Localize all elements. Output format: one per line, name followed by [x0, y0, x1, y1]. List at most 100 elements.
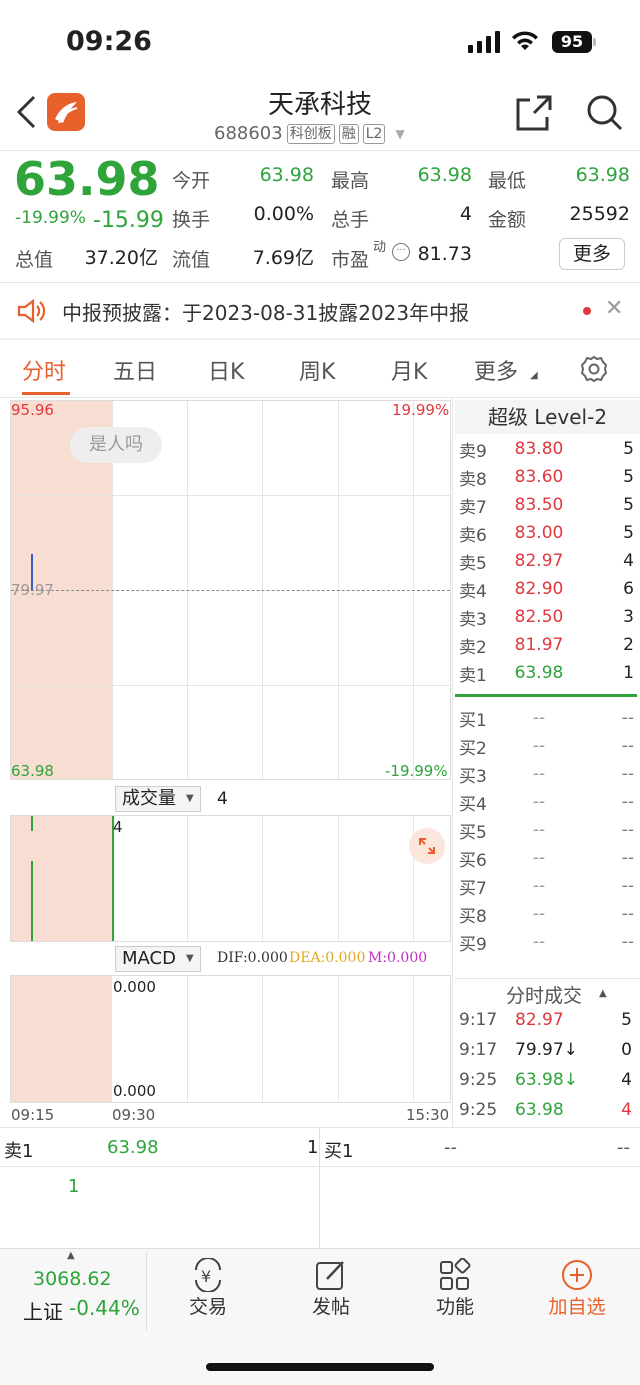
nav-trade[interactable]: ¥ 交易: [158, 1257, 258, 1319]
caret-up-icon[interactable]: ▲: [599, 988, 607, 999]
ask-row[interactable]: 卖3 82.50 3: [459, 603, 634, 631]
search-icon[interactable]: [586, 94, 624, 136]
caret-icon: ◢: [530, 370, 538, 381]
grid-line: [187, 816, 188, 941]
row-price: 83.00: [514, 523, 564, 543]
bottom-ask-label: 卖1: [4, 1141, 34, 1162]
row-price: --: [532, 764, 546, 784]
row-price: 82.97: [514, 551, 564, 571]
trade-price: 82.97: [515, 1010, 564, 1030]
turnover-value: 0.00%: [253, 203, 314, 225]
trade-price: 79.97↓: [515, 1040, 578, 1060]
row-volume: 5: [623, 467, 634, 487]
tab-month-k[interactable]: 月K: [391, 354, 427, 386]
bid-row[interactable]: 买5 -- --: [459, 816, 634, 844]
current-price: 63.98: [14, 152, 160, 206]
row-label: 买7: [459, 878, 487, 899]
row-price: --: [532, 932, 546, 952]
nav-function[interactable]: 功能: [405, 1257, 505, 1319]
header-divider: [0, 150, 640, 151]
nav-add-watch[interactable]: 加自选: [527, 1258, 627, 1319]
trade-icon: ¥: [158, 1257, 258, 1293]
grid-line: [262, 976, 263, 1102]
board-tag: 科创板: [286, 123, 335, 144]
change-amount: -15.99: [93, 208, 164, 233]
notice-text[interactable]: 中报预披露：于2023-08-31披露2023年中报: [62, 297, 469, 326]
grid-line: [61, 976, 62, 1102]
bid-row[interactable]: 买8 -- --: [459, 900, 634, 928]
index-widget[interactable]: ▲ 3068.62 上证 -0.44%: [0, 1250, 147, 1330]
bid-row[interactable]: 买6 -- --: [459, 844, 634, 872]
tab-day-k[interactable]: 日K: [208, 354, 244, 386]
ask-row[interactable]: 卖6 83.00 5: [459, 519, 634, 547]
trade-row: 9:25 63.98↓ 4: [459, 1066, 634, 1094]
trade-price: 63.98: [515, 1100, 564, 1120]
volume-select[interactable]: 成交量 ▼: [115, 786, 201, 812]
turnover-label: 换手: [172, 209, 211, 231]
time-start: 09:15: [11, 1106, 55, 1124]
home-indicator[interactable]: [206, 1363, 434, 1371]
tab-divider: [0, 397, 640, 398]
macd-select-label: MACD: [122, 948, 176, 969]
volume-total: 4: [217, 789, 228, 809]
expand-icon[interactable]: [409, 828, 445, 864]
tab-week-k[interactable]: 周K: [299, 354, 335, 386]
nav-add-watch-label: 加自选: [548, 1296, 606, 1318]
tab-intraday[interactable]: 分时: [22, 354, 66, 386]
trade-volume: 5: [621, 1010, 632, 1030]
ask-row[interactable]: 卖5 82.97 4: [459, 547, 634, 575]
close-icon[interactable]: ✕: [605, 296, 623, 321]
ask-row[interactable]: 卖8 83.60 5: [459, 463, 634, 491]
up-caret-icon: ▲: [67, 1250, 75, 1261]
volume-label: 总手: [331, 209, 370, 231]
ask-row[interactable]: 卖9 83.80 5: [459, 435, 634, 463]
share-icon[interactable]: [515, 94, 553, 136]
ask-row[interactable]: 卖2 81.97 2: [459, 631, 634, 659]
bid-row[interactable]: 买4 -- --: [459, 788, 634, 816]
axis-bottom-left: 63.98: [11, 762, 54, 780]
row-volume: 5: [623, 495, 634, 515]
row-volume: --: [621, 764, 634, 784]
low-label: 最低: [488, 170, 527, 192]
ask-row[interactable]: 卖1 63.98 1: [459, 659, 634, 687]
ask-row[interactable]: 卖7 83.50 5: [459, 491, 634, 519]
dropdown-icon: ▼: [186, 793, 194, 804]
pe-sup: 动: [373, 240, 387, 255]
info-icon[interactable]: ···: [392, 243, 410, 261]
trade-time: 9:25: [459, 1100, 498, 1120]
bid-row[interactable]: 买2 -- --: [459, 732, 634, 760]
macd-chart[interactable]: [10, 975, 451, 1103]
bid-row[interactable]: 买1 -- --: [459, 704, 634, 732]
trades-title: 分时成交: [506, 985, 583, 1007]
more-button[interactable]: 更多: [559, 238, 625, 270]
ask-row[interactable]: 卖4 82.90 6: [459, 575, 634, 603]
open-value: 63.98: [259, 164, 314, 186]
trades-divider: [455, 978, 640, 979]
nav-post[interactable]: 发帖: [281, 1258, 381, 1319]
bottom-bid-vol: --: [617, 1137, 630, 1158]
volume-chart[interactable]: [10, 815, 451, 942]
bid-row[interactable]: 买9 -- --: [459, 928, 634, 956]
bid-row[interactable]: 买7 -- --: [459, 872, 634, 900]
level2-title: 超级 Level-2: [455, 400, 640, 434]
tab-more[interactable]: 更多: [474, 354, 518, 386]
bid-row[interactable]: 买3 -- --: [459, 760, 634, 788]
nav-post-label: 发帖: [311, 1296, 350, 1318]
settings-icon[interactable]: [579, 354, 609, 388]
overlay-pill[interactable]: 是人吗: [70, 427, 162, 463]
row-label: 卖4: [459, 581, 487, 602]
row-label: 买8: [459, 906, 487, 927]
row-volume: --: [621, 904, 634, 924]
trade-volume: 4: [621, 1100, 632, 1120]
index-name: 上证: [23, 1300, 63, 1324]
stock-code: 688603: [214, 123, 283, 144]
caret-down-icon[interactable]: ▼: [395, 127, 404, 141]
float-value: 7.69亿: [252, 247, 314, 269]
macd-select[interactable]: MACD ▼: [115, 946, 201, 972]
row-price: --: [532, 876, 546, 896]
tab-five-day[interactable]: 五日: [113, 354, 157, 386]
row-price: 83.80: [514, 439, 564, 459]
low-value: 63.98: [575, 164, 630, 186]
row-label: 买6: [459, 850, 487, 871]
dropdown-icon: ▼: [185, 953, 194, 964]
